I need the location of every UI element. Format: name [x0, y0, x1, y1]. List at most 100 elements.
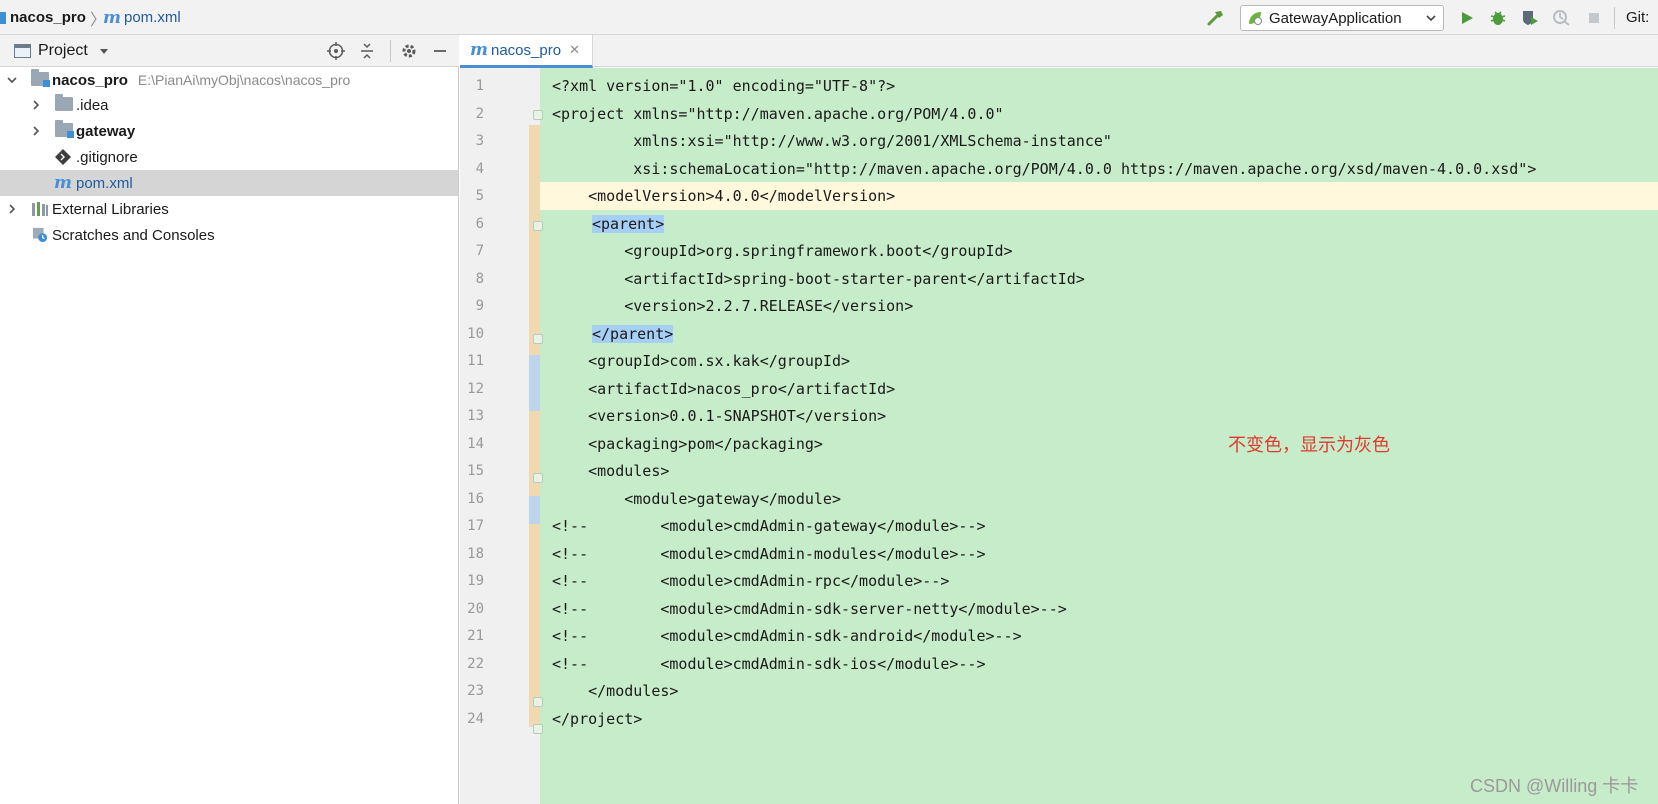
- tree-item-label: pom.xml: [76, 174, 133, 192]
- profiler-icon: [1549, 6, 1573, 30]
- code-line-caret[interactable]: <modelVersion>4.0.0</modelVersion>: [540, 182, 1658, 210]
- line-number: 12: [467, 381, 484, 397]
- line-number: 22: [467, 656, 484, 672]
- matched-tag-highlight: <parent>: [592, 215, 665, 233]
- vcs-modified-marker: [529, 125, 540, 357]
- line-number: 4: [475, 161, 484, 177]
- maven-icon: m: [54, 173, 72, 193]
- code-line[interactable]: <version>2.2.7.RELEASE</version>: [540, 292, 1658, 320]
- project-window-icon: [14, 44, 31, 58]
- line-number: 5: [475, 188, 484, 204]
- vcs-modified-marker: [529, 411, 540, 496]
- code-line[interactable]: <parent>: [540, 210, 1658, 238]
- line-number: 1: [475, 78, 484, 94]
- line-number: 19: [467, 573, 484, 589]
- code-line[interactable]: <groupId>com.sx.kak</groupId>: [540, 347, 1658, 375]
- code-line[interactable]: <project xmlns="http://maven.apache.org/…: [540, 100, 1658, 128]
- code-line[interactable]: <!-- <module>cmdAdmin-rpc</module>-->: [540, 567, 1658, 595]
- folder-icon: [55, 94, 73, 113]
- hide-panel-icon[interactable]: [429, 40, 451, 62]
- line-number: 20: [467, 601, 484, 617]
- code-line[interactable]: </modules>: [540, 677, 1658, 705]
- tab-pom-xml[interactable]: m nacos_pro ✕: [460, 35, 593, 68]
- git-label[interactable]: Git:: [1626, 0, 1649, 35]
- code-line[interactable]: <module>gateway</module>: [540, 485, 1658, 513]
- navigation-bar: nacos_pro 〉 m pom.xml GatewayApplication…: [0, 0, 1658, 35]
- chevron-down-icon[interactable]: [6, 74, 18, 86]
- gitignore-icon: [55, 149, 71, 165]
- maven-icon: m: [470, 40, 488, 60]
- code-line[interactable]: xsi:schemaLocation="http://maven.apache.…: [540, 155, 1658, 183]
- gear-icon[interactable]: [398, 40, 420, 62]
- project-tool-window-header: Project: [0, 35, 459, 67]
- stop-icon: [1582, 6, 1606, 30]
- tree-item-path: E:\PianAi\myObj\nacos\nacos_pro: [137, 72, 351, 88]
- line-number: 17: [467, 518, 484, 534]
- editor-tab-strip: m nacos_pro ✕: [460, 35, 1658, 68]
- code-line[interactable]: <groupId>org.springframework.boot</group…: [540, 237, 1658, 265]
- tree-item-nacos-pro[interactable]: nacos_pro E:\PianAi\myObj\nacos\nacos_pr…: [0, 67, 458, 93]
- spring-boot-icon: [1249, 12, 1262, 25]
- chevron-down-icon: [99, 49, 108, 54]
- tree-item-label: .gitignore: [76, 148, 138, 166]
- chevron-right-icon[interactable]: [30, 125, 42, 137]
- breadcrumb-file[interactable]: m pom.xml: [103, 0, 181, 35]
- code-line[interactable]: <?xml version="1.0" encoding="UTF-8"?>: [540, 72, 1658, 100]
- line-number: 16: [467, 491, 484, 507]
- line-number: 18: [467, 546, 484, 562]
- line-number: 3: [475, 133, 484, 149]
- matched-tag-highlight: </parent>: [592, 325, 674, 343]
- project-panel-title: Project: [38, 42, 88, 59]
- code-line[interactable]: <artifactId>spring-boot-starter-parent</…: [540, 265, 1658, 293]
- maven-icon: m: [103, 7, 121, 28]
- build-hammer-icon[interactable]: [1204, 6, 1228, 30]
- vcs-added-marker: [529, 355, 540, 411]
- tree-item-gitignore[interactable]: .gitignore: [0, 144, 458, 170]
- tree-item-scratches[interactable]: Scratches and Consoles: [0, 222, 458, 248]
- code-line[interactable]: <modules>: [540, 457, 1658, 485]
- code-line[interactable]: <!-- <module>cmdAdmin-sdk-ios</module>--…: [540, 650, 1658, 678]
- close-icon[interactable]: ✕: [569, 42, 580, 58]
- line-number: 24: [467, 711, 484, 727]
- breadcrumb-project-label: nacos_pro: [10, 9, 86, 26]
- line-number: 15: [467, 463, 484, 479]
- line-number: 11: [467, 353, 484, 369]
- run-configuration-label: GatewayApplication: [1269, 9, 1402, 27]
- code-line[interactable]: <!-- <module>cmdAdmin-sdk-android</modul…: [540, 622, 1658, 650]
- chevron-down-icon: [1426, 15, 1436, 22]
- code-line[interactable]: <!-- <module>cmdAdmin-sdk-server-netty</…: [540, 595, 1658, 623]
- scratches-icon: [32, 227, 48, 243]
- code-line[interactable]: <!-- <module>cmdAdmin-gateway</module>--…: [540, 512, 1658, 540]
- watermark-text: CSDN @Willing 卡卡: [1470, 776, 1639, 796]
- chevron-right-icon[interactable]: [30, 99, 42, 111]
- line-number: 6: [475, 216, 484, 232]
- line-number: 7: [475, 243, 484, 259]
- run-configuration-select[interactable]: GatewayApplication: [1240, 5, 1444, 31]
- tree-item-gateway[interactable]: gateway: [0, 118, 458, 144]
- tree-item-idea[interactable]: .idea: [0, 92, 458, 118]
- tree-item-pom-xml[interactable]: m pom.xml: [0, 170, 458, 196]
- tree-item-external-libraries[interactable]: External Libraries: [0, 196, 458, 222]
- debug-icon[interactable]: [1486, 6, 1510, 30]
- tree-item-label: Scratches and Consoles: [52, 226, 215, 244]
- code-line[interactable]: <artifactId>nacos_pro</artifactId>: [540, 375, 1658, 403]
- run-icon[interactable]: [1455, 6, 1479, 30]
- code-line[interactable]: </project>: [540, 705, 1658, 733]
- locate-target-icon[interactable]: [325, 40, 347, 62]
- code-line[interactable]: </parent>: [540, 320, 1658, 348]
- breadcrumb-project[interactable]: nacos_pro: [0, 0, 86, 35]
- breadcrumb-file-label: pom.xml: [124, 9, 181, 26]
- module-icon: [0, 11, 6, 24]
- line-number: 23: [467, 683, 484, 699]
- code-line[interactable]: <version>0.0.1-SNAPSHOT</version>: [540, 402, 1658, 430]
- tree-item-label: .idea: [76, 96, 109, 114]
- project-view-selector[interactable]: Project: [14, 35, 110, 67]
- collapse-all-icon[interactable]: [356, 40, 378, 62]
- code-line[interactable]: xmlns:xsi="http://www.w3.org/2001/XMLSch…: [540, 127, 1658, 155]
- run-with-coverage-icon[interactable]: [1518, 6, 1542, 30]
- chevron-right-icon[interactable]: [6, 203, 18, 215]
- red-annotation-text: 不变色，显示为灰色: [1228, 435, 1390, 456]
- code-line[interactable]: <!-- <module>cmdAdmin-modules</module>--…: [540, 540, 1658, 568]
- code-line[interactable]: <packaging>pom</packaging>: [540, 430, 1658, 458]
- line-number: 13: [467, 408, 484, 424]
